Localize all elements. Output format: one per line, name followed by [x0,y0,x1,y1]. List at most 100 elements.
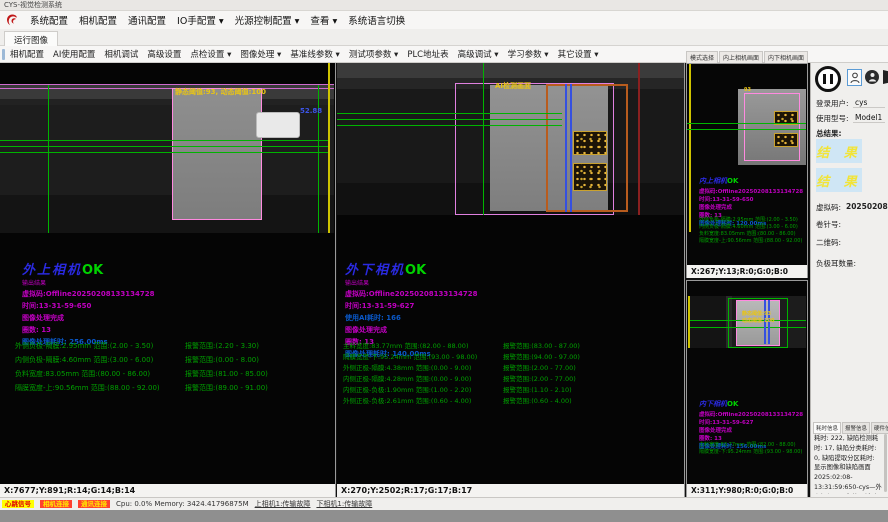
middle-camera-subtitle: 输出结果 [345,278,478,287]
tool-image-processing[interactable]: 图像处理 ▾ [240,48,281,60]
measure-row: 隔膜宽度-上:90.56mm 范围:(88.00 - 92.00) [699,237,802,244]
side-panel: 登录用户: cys 使用型号: Model1 总结果: 结 果 结 果 虚拟码:… [810,63,888,497]
middle-camera-ai-time: 使用AI耗时: 166 [345,313,478,323]
preview-upper-panel: 93 内上相机OK 虚拟码:Offline20250208133134728 时… [686,63,808,278]
menu-bar: 系统配置 相机配置 通讯配置 IO手配置 ▾ 光源控制配置 ▾ 查看 ▾ 系统语… [0,11,888,29]
log-scrollbar[interactable] [884,434,887,492]
menu-language-switch[interactable]: 系统语言切换 [348,13,405,27]
preview-lower-pixel-readout: X:311;Y:980;R:0;G:0;B:0 [687,484,807,497]
tool-camera-debug[interactable]: 相机调试 [104,48,138,60]
tool-advanced-settings[interactable]: 高级设置 [147,48,181,60]
tool-advanced-debug[interactable]: 高级调试 ▾ [458,48,499,60]
model-value: Model1 [853,113,885,123]
alarm-range: 报警范围:(2.00 - 77.00) [503,362,576,372]
alarm-range: 报警范围:(2.20 - 3.30) [185,341,259,351]
model-label: 使用型号: [816,113,849,124]
tool-other-settings[interactable]: 其它设置 ▾ [558,48,599,60]
comm-connect-badge: 通讯连接 [78,500,110,509]
alarm-range: 报警范围:(0.60 - 4.00) [503,395,572,405]
edge-marker-line [328,63,330,233]
app-window: CYS-视觉检测系统 系统配置 相机配置 通讯配置 IO手配置 ▾ 光源控制配置… [0,0,888,522]
user-account-icon[interactable] [865,70,879,84]
menu-light-config[interactable]: 光源控制配置 ▾ [235,13,300,27]
tool-ai-use-config[interactable]: AI使用配置 [53,48,95,60]
middle-camera-viewport[interactable]: AI检测画面 [337,63,684,215]
tool-spotcheck-settings[interactable]: 点检设置 ▾ [190,48,231,60]
tab-sparkle-region [573,163,607,191]
camera-connect-badge: 相机连接 [40,500,72,509]
exit-logout-icon[interactable] [881,69,888,85]
tab-mode-select[interactable]: 模式选择 [686,51,718,63]
measure-row: 负料宽度:83.05mm 范围:(80.00 - 86.00) [699,230,796,237]
window-title: CYS-视觉检测系统 [4,1,62,9]
preview-upper-ok-badge: OK [727,177,738,185]
heartbeat-badge: 心跳信号 [2,500,34,509]
measure-row: 负料宽度:83.05mm 范围:(80.00 - 86.00) [15,369,150,379]
left-camera-pixel-readout: X:7677;Y:891;R:14;G:14;B:14 [0,484,335,497]
result-text-2: 结 果 [816,171,862,190]
tab-inner-upper-view[interactable]: 内上相机画面 [719,51,763,63]
preview-lower-title: 内下相机 [699,400,727,408]
tool-test-params[interactable]: 测试项参数 ▾ [349,48,398,60]
tab-count-label: 负极耳数量: [816,258,856,269]
log-tab-timing[interactable]: 耗时信息 [813,422,841,434]
middle-camera-title: 外下相机 [345,263,405,278]
upper-camera-fault-link[interactable]: 上相机1:传输故障 [255,499,311,509]
measure-row: 主料宽度:83.77mm 范围:(82.00 - 88.00) [699,441,796,448]
preview-upper-code: 虚拟码:Offline20250208133134728 [699,187,803,195]
middle-camera-panel: AI检测画面 外下相机OK 输出结果 虚拟码:Offline2025020813… [337,63,685,497]
tool-learning-params[interactable]: 学习参数 ▾ [508,48,549,60]
barcode-value: 20250208 [846,202,888,211]
tab-strip: 运行图像 [0,29,888,46]
left-camera-subtitle: 输出结果 [22,278,155,287]
log-tab-alarm[interactable]: 报警信息 [842,422,870,434]
left-camera-title: 外上相机 [22,263,82,278]
alarm-range: 报警范围:(81.00 - 85.00) [185,369,268,379]
bottom-gray-strip [0,510,888,522]
measure-row: 内侧正极-负极:1.90mm 范围:(1.00 - 2.20) [343,384,471,394]
alarm-range: 报警范围:(94.00 - 97.00) [503,351,580,361]
menu-system-config[interactable]: 系统配置 [30,13,68,27]
alarm-range: 报警范围:(83.00 - 87.00) [503,340,580,350]
measure-row: 外侧负极-隔膜:2.95mm 范围:(2.00 - 3.50) [15,341,153,351]
tool-plc-address-table[interactable]: PLC地址表 [407,48,448,60]
measure-value-label: 52.88 [300,107,322,115]
middle-camera-done: 图像处理完成 [345,325,478,335]
preview-upper-viewport[interactable]: 93 [738,89,806,165]
menu-camera-config[interactable]: 相机配置 [79,13,117,27]
left-camera-result-block: 外上相机OK 输出结果 虚拟码:Offline20250208133134728… [22,259,155,347]
menu-comm-config[interactable]: 通讯配置 [128,13,166,27]
tab-inner-lower-view[interactable]: 内下相机画面 [764,51,808,63]
preview-lower-done: 图像处理完成 [699,426,803,434]
tab-run-image[interactable]: 运行图像 [4,31,58,47]
qr-code-label: 二维码: [816,237,841,248]
left-camera-viewport[interactable]: 静态阈值:93, 动态阈值:100 52.88 [0,85,334,233]
preview-upper-title: 内上相机 [699,177,727,185]
preview-lower-viewport[interactable]: 静态阈值:93 动态阈值:100 [688,296,806,348]
measure-row: 外侧正极-隔膜:4.38mm 范围:(0.00 - 9.00) [343,362,471,372]
log-tab-hardware[interactable]: 硬件信息 [871,422,888,434]
tool-baseline-params[interactable]: 基准线参数 ▾ [290,48,339,60]
menu-view[interactable]: 查看 ▾ [310,13,337,27]
threshold-label: 静态阈值:93 [742,310,771,317]
user-login-icon[interactable] [847,69,862,86]
measure-row: 主料宽度:83.77mm 范围:(82.00 - 88.00) [343,340,468,350]
status-bar: 心跳信号 相机连接 通讯连接 Cpu: 0.0% Memory: 3424.41… [0,497,888,510]
pause-button[interactable] [815,66,841,92]
login-user-value: cys [853,98,885,108]
lower-camera-fault-link[interactable]: 下相机1:传输故障 [316,499,372,509]
measure-row: 内侧负极-隔膜:4.60mm 范围:(3.00 - 6.00) [699,223,798,230]
pin-number-label: 卷针号: [816,219,841,230]
measure-row: 隔膜宽度-上:90.56mm 范围:(88.00 - 92.00) [15,383,160,393]
left-camera-turns: 圈数: 13 [22,325,155,335]
cpu-memory-readout: Cpu: 0.0% Memory: 3424.41796875M [116,500,249,508]
left-camera-time: 时间:13-31-59-650 [22,301,155,311]
menu-io-config[interactable]: IO手配置 ▾ [177,13,224,27]
total-result-label: 总结果: [816,128,842,139]
login-user-label: 登录用户: [816,98,849,109]
threshold-label: 动态阈值:100 [742,317,774,324]
preview-lower-time: 时间:13-31-59-627 [699,418,803,426]
preview-tab-strip: 模式选择 内上相机画面 内下相机画面 [686,51,808,63]
tool-camera-config[interactable]: 相机配置 [10,48,44,60]
left-camera-done: 图像处理完成 [22,313,155,323]
